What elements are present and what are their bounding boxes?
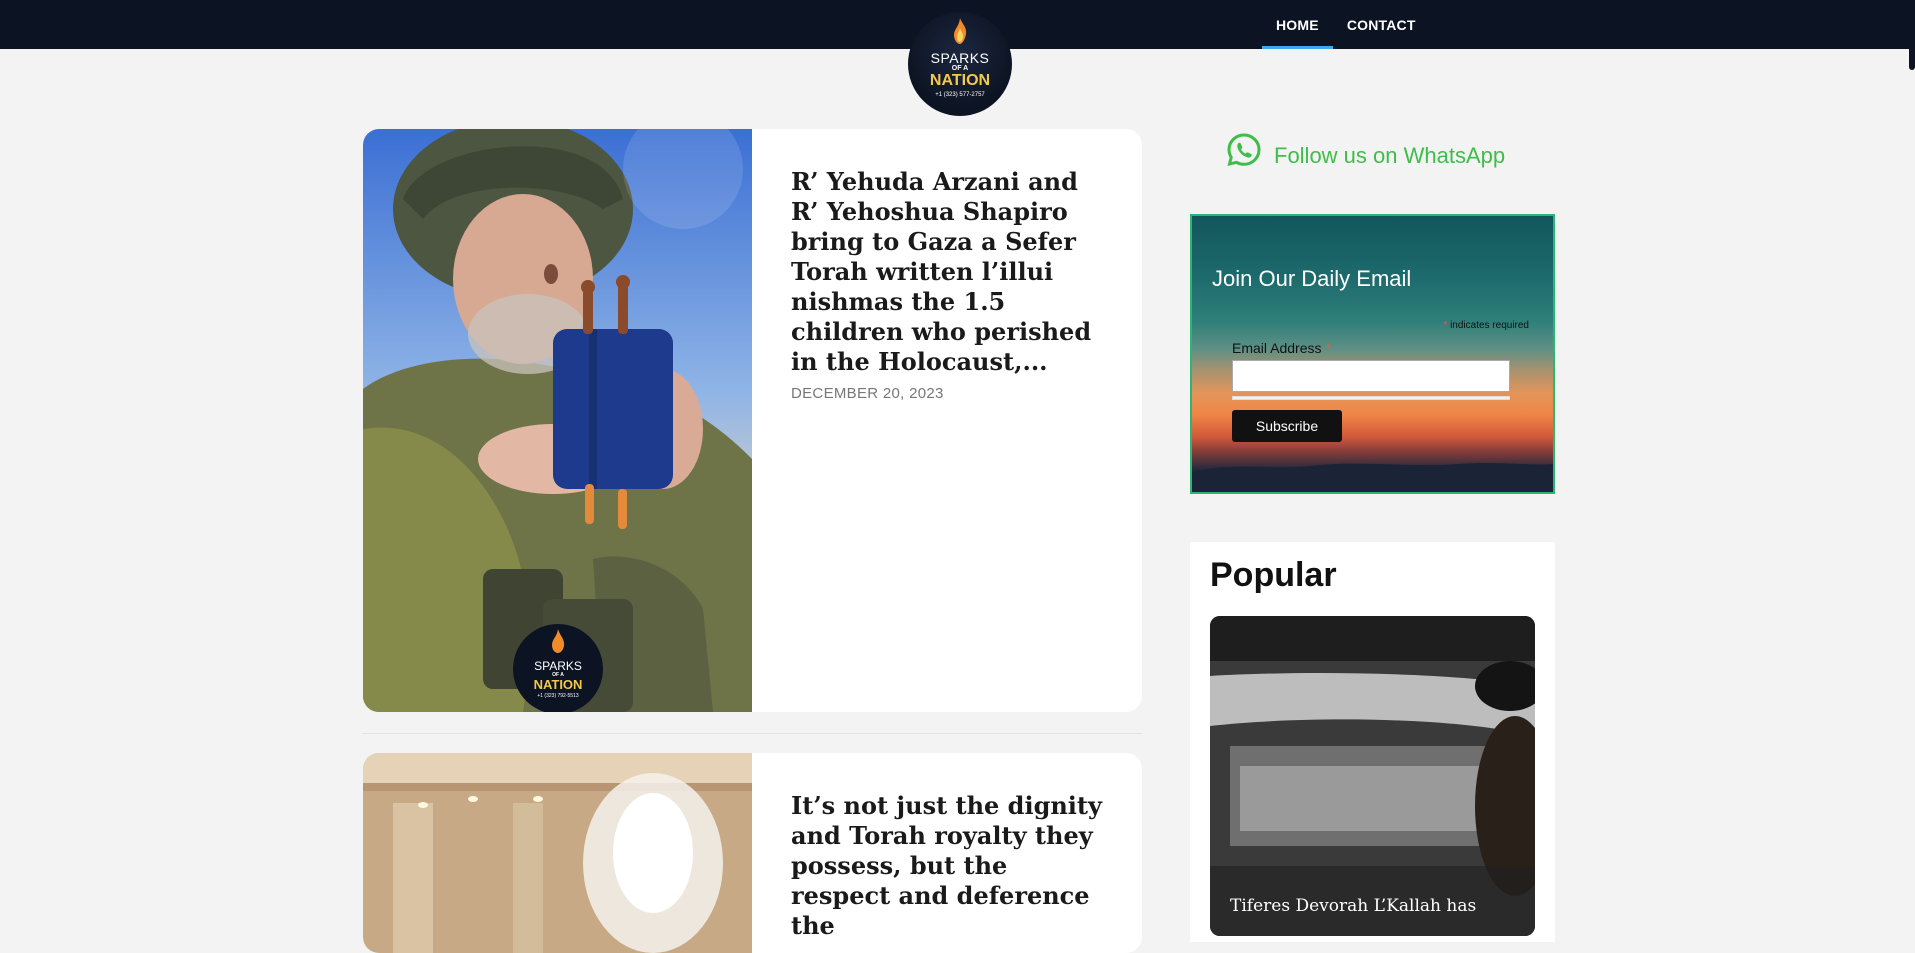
post-divider: [363, 733, 1142, 734]
post-image[interactable]: [363, 753, 752, 953]
newsletter-title: Join Our Daily Email: [1212, 266, 1412, 291]
newsletter-signup-form: Join Our Daily Email * indicates require…: [1190, 214, 1555, 494]
whatsapp-follow-link[interactable]: Follow us on WhatsApp: [1226, 130, 1505, 170]
required-note: * indicates required: [1443, 320, 1529, 331]
popular-heading: Popular: [1210, 556, 1337, 594]
post-title-link[interactable]: R’ Yehuda Arzani and R’ Yehoshua Shapiro…: [791, 167, 1111, 377]
image-watermark-phone: +1 (323) 792-5513: [537, 693, 579, 699]
post-date: DECEMBER 20, 2023: [791, 385, 944, 402]
ballroom-chandelier-image: [363, 753, 752, 953]
flame-icon: [954, 18, 967, 44]
image-watermark-sparks: SPARKS: [534, 659, 582, 673]
logo-phone: +1 (323) 577-2757: [935, 92, 985, 98]
email-field[interactable]: [1232, 360, 1510, 392]
nav-contact-link[interactable]: CONTACT: [1333, 0, 1430, 49]
post-text: R’ Yehuda Arzani and R’ Yehoshua Shapiro…: [791, 167, 1111, 402]
post-card: It’s not just the dignity and Torah roya…: [363, 753, 1142, 953]
popular-post-card[interactable]: Tiferes Devorah L’Kallah has: [1210, 616, 1535, 936]
image-watermark-nation: NATION: [533, 677, 583, 692]
email-field-label: Email Address *: [1232, 340, 1331, 356]
whatsapp-icon: [1227, 133, 1261, 167]
required-asterisk: *: [1443, 320, 1448, 331]
logo-text-nation: NATION: [929, 72, 991, 89]
site-logo[interactable]: SPARKS OF A NATION +1 (323) 577-2757: [908, 12, 1012, 116]
main-nav: HOME CONTACT: [1262, 0, 1430, 49]
post-title-link[interactable]: It’s not just the dignity and Torah roya…: [791, 791, 1111, 941]
scrollbar-thumb[interactable]: [1909, 10, 1915, 70]
whatsapp-label: Follow us on WhatsApp: [1274, 143, 1506, 168]
popular-post-caption: Tiferes Devorah L’Kallah has: [1230, 896, 1477, 916]
post-text: It’s not just the dignity and Torah roya…: [791, 791, 1111, 941]
post-card: SPARKS OF A NATION +1 (323) 792-5513 R’ …: [363, 129, 1142, 712]
email-field-underline: [1232, 396, 1510, 400]
required-asterisk: *: [1325, 340, 1331, 356]
soldier-with-torah-image: [363, 129, 752, 712]
car-interior-image: [1210, 616, 1535, 936]
hills-silhouette: [1192, 463, 1553, 492]
subscribe-button[interactable]: Subscribe: [1232, 410, 1342, 442]
post-image[interactable]: SPARKS OF A NATION +1 (323) 792-5513: [363, 129, 752, 712]
email-label-text: Email Address: [1232, 340, 1322, 356]
logo-text-of-a: OF A: [951, 65, 969, 72]
popular-widget: Popular Tiferes Devorah L’Kallah has: [1190, 542, 1555, 942]
logo-text-sparks: SPARKS: [930, 50, 990, 66]
required-note-text: indicates required: [1450, 320, 1529, 331]
nav-home-link[interactable]: HOME: [1262, 0, 1333, 49]
